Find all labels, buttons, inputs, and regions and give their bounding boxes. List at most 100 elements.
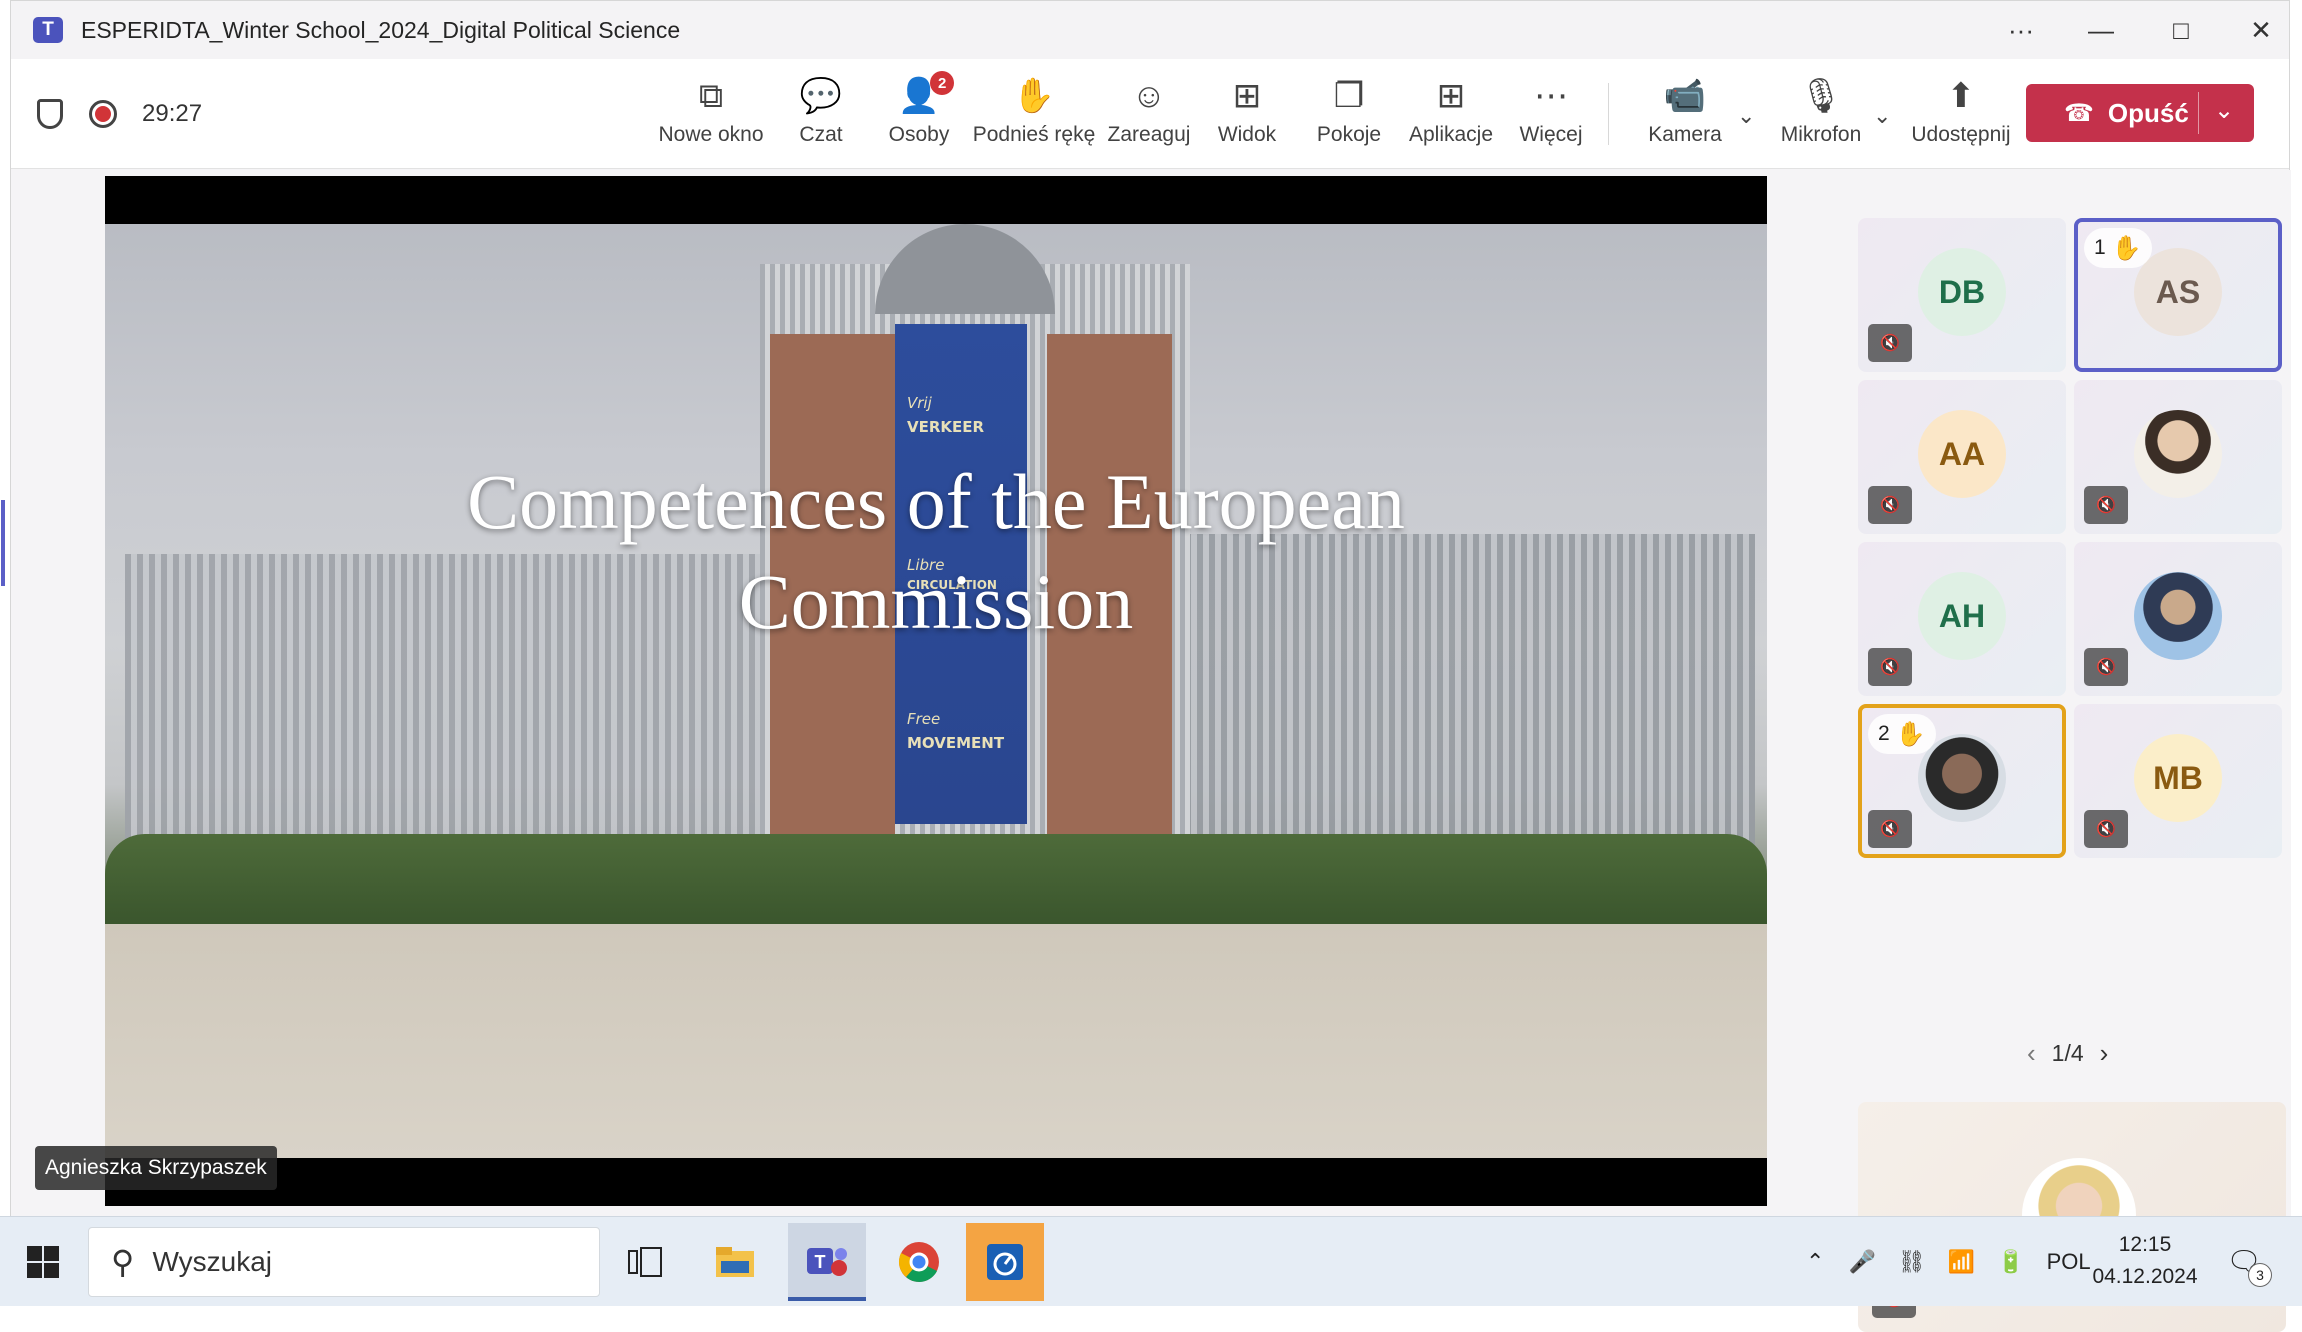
close-icon[interactable]: ✕ (2221, 1, 2301, 59)
participant-tile[interactable]: AH 🔇 (1858, 542, 2066, 696)
new-window-button[interactable]: ⧉ Nowe okno (651, 75, 771, 161)
chat-button[interactable]: 💬 Czat (781, 75, 861, 161)
teams-logo-icon: T (33, 17, 63, 43)
react-icon: ☺ (1131, 76, 1167, 115)
slide-title-line-1: Competences of the European (467, 458, 1405, 545)
microphone-options-chevron-icon[interactable]: ⌄ (1873, 103, 1891, 129)
hand-order: 2 (1878, 722, 1890, 745)
teams-taskbar-icon[interactable]: T (788, 1223, 866, 1301)
meeting-toolbar: 29:27 ⧉ Nowe okno 💬 Czat 👤 2 Osoby ✋ Podn… (11, 59, 2289, 169)
banner-text: Vrij (907, 394, 932, 412)
meeting-stage: Vrij VERKEER Libre CIRCULATION Free MOVE… (1, 170, 2291, 1332)
people-label: Osoby (888, 123, 950, 146)
minimize-icon[interactable]: — (2061, 1, 2141, 59)
participant-tile[interactable]: 🔇 (2074, 542, 2282, 696)
avatar: AA (1918, 410, 2006, 498)
shared-screen: Vrij VERKEER Libre CIRCULATION Free MOVE… (105, 176, 1767, 1206)
notifications-icon[interactable]: 🗨 3 (2222, 1239, 2272, 1287)
windows-start-icon[interactable] (4, 1223, 82, 1301)
raise-hand-label: Podnieś rękę (972, 123, 1096, 146)
chat-label: Czat (799, 123, 843, 146)
more-icon: ⋯ (1534, 77, 1568, 115)
task-view-icon[interactable] (606, 1223, 684, 1301)
apps-button[interactable]: ⊞ Aplikacje (1401, 75, 1501, 161)
new-window-icon: ⧉ (698, 76, 724, 115)
participant-tile[interactable]: 🔇 (2074, 380, 2282, 534)
search-icon: ⚲ (111, 1244, 135, 1280)
security-icon[interactable]: ⛓ (1898, 1249, 1926, 1275)
banner-text: MOVEMENT (907, 734, 1005, 752)
system-tray: ⌃ 🎤 ⛓ 📶 🔋 POL (1806, 1217, 2091, 1307)
maximize-icon[interactable]: □ (2141, 1, 2221, 59)
presenter-name-tag: Agnieszka Skrzypaszek (35, 1146, 277, 1190)
leave-button[interactable]: ☎ Opuść ⌄ (2026, 84, 2254, 142)
chevron-up-icon[interactable]: ⌃ (1806, 1249, 1824, 1275)
mic-off-icon: 🔇 (2084, 648, 2128, 686)
mic-off-icon: 🔇 (1868, 648, 1912, 686)
chrome-icon[interactable] (880, 1223, 958, 1301)
people-button[interactable]: 👤 2 Osoby (879, 71, 959, 161)
app-icon[interactable] (966, 1223, 1044, 1301)
new-window-label: Nowe okno (658, 123, 764, 146)
view-button[interactable]: ⊞ Widok (1207, 75, 1287, 161)
battery-icon[interactable]: 🔋 (1997, 1249, 2024, 1275)
rooms-button[interactable]: ❐ Pokoje (1309, 75, 1389, 161)
participant-tile[interactable]: 2 ✋ 🔇 (1858, 704, 2066, 858)
more-label: Więcej (1519, 123, 1583, 146)
participant-tile[interactable]: AA 🔇 (1858, 380, 2066, 534)
mic-off-icon: 🔇 (2084, 810, 2128, 848)
toolbar-divider (1608, 83, 1609, 145)
banner-text: Free (907, 710, 941, 728)
chevron-right-icon[interactable]: › (2100, 1038, 2109, 1069)
mic-off-icon: 🔇 (1868, 324, 1912, 362)
avatar (2134, 572, 2222, 660)
page-indicator: 1/4 (2051, 1040, 2084, 1066)
rooms-label: Pokoje (1316, 123, 1382, 146)
leave-label: Opuść (2107, 97, 2189, 128)
window-title: ESPERIDTA_Winter School_2024_Digital Pol… (81, 16, 681, 43)
more-icon[interactable]: ··· (1981, 1, 2061, 59)
taskbar-search[interactable]: ⚲ Wyszukaj (88, 1227, 600, 1297)
avatar: AS (2134, 248, 2222, 336)
participant-tile[interactable]: MB 🔇 (2074, 704, 2282, 858)
people-badge: 2 (930, 71, 955, 95)
clock[interactable]: 12:15 04.12.2024 (2080, 1229, 2210, 1293)
avatar: AH (1918, 572, 2006, 660)
microphone-icon[interactable]: 🎤 (1848, 1249, 1875, 1275)
slide-title-line-2: Commission (738, 558, 1134, 645)
wifi-icon[interactable]: 📶 (1948, 1249, 1975, 1275)
avatar: MB (2134, 734, 2222, 822)
apps-label: Aplikacje (1408, 123, 1494, 146)
share-button[interactable]: ⬆ Udostępnij (1903, 75, 2019, 161)
slide-ground (105, 924, 1767, 1158)
raised-hand-badge: 1 ✋ (2084, 228, 2152, 268)
mic-off-icon: 🔇 (2084, 486, 2128, 524)
search-placeholder: Wyszukaj (152, 1246, 272, 1277)
camera-label: Kamera (1648, 123, 1722, 146)
raise-hand-icon: ✋ (1012, 77, 1056, 115)
gallery-pager: ‹ 1/4 › (2011, 1038, 2124, 1069)
participant-tile[interactable]: AS 1 ✋ (2074, 218, 2282, 372)
view-label: Widok (1217, 123, 1277, 146)
camera-button[interactable]: 📹 Kamera (1637, 75, 1733, 161)
mic-off-icon: 🔇 (1868, 810, 1912, 848)
file-explorer-icon[interactable] (696, 1223, 774, 1301)
more-button[interactable]: ⋯ Więcej (1511, 75, 1591, 161)
participant-tile[interactable]: DB 🔇 (1858, 218, 2066, 372)
raise-hand-icon: ✋ (1895, 720, 1926, 748)
rooms-icon: ❐ (1333, 77, 1365, 115)
camera-off-icon: 📹 (1663, 77, 1707, 115)
microphone-button[interactable]: 🎙 Mikrofon (1771, 75, 1871, 161)
phone-hangup-icon: ☎ (2064, 99, 2094, 127)
people-icon: 👤 2 (898, 71, 955, 117)
hand-order: 1 (2094, 236, 2106, 259)
avatar: DB (1918, 248, 2006, 336)
raise-hand-button[interactable]: ✋ Podnieś rękę (971, 75, 1097, 161)
leave-options-chevron-icon[interactable]: ⌄ (2214, 96, 2234, 125)
share-label: Udostępnij (1911, 123, 2011, 146)
react-button[interactable]: ☺ Zareaguj (1101, 75, 1197, 161)
chevron-left-icon[interactable]: ‹ (2027, 1038, 2036, 1069)
camera-options-chevron-icon[interactable]: ⌄ (1737, 103, 1755, 129)
teams-window: T ESPERIDTA_Winter School_2024_Digital P… (1, 0, 2291, 1332)
shield-icon[interactable] (37, 99, 63, 129)
